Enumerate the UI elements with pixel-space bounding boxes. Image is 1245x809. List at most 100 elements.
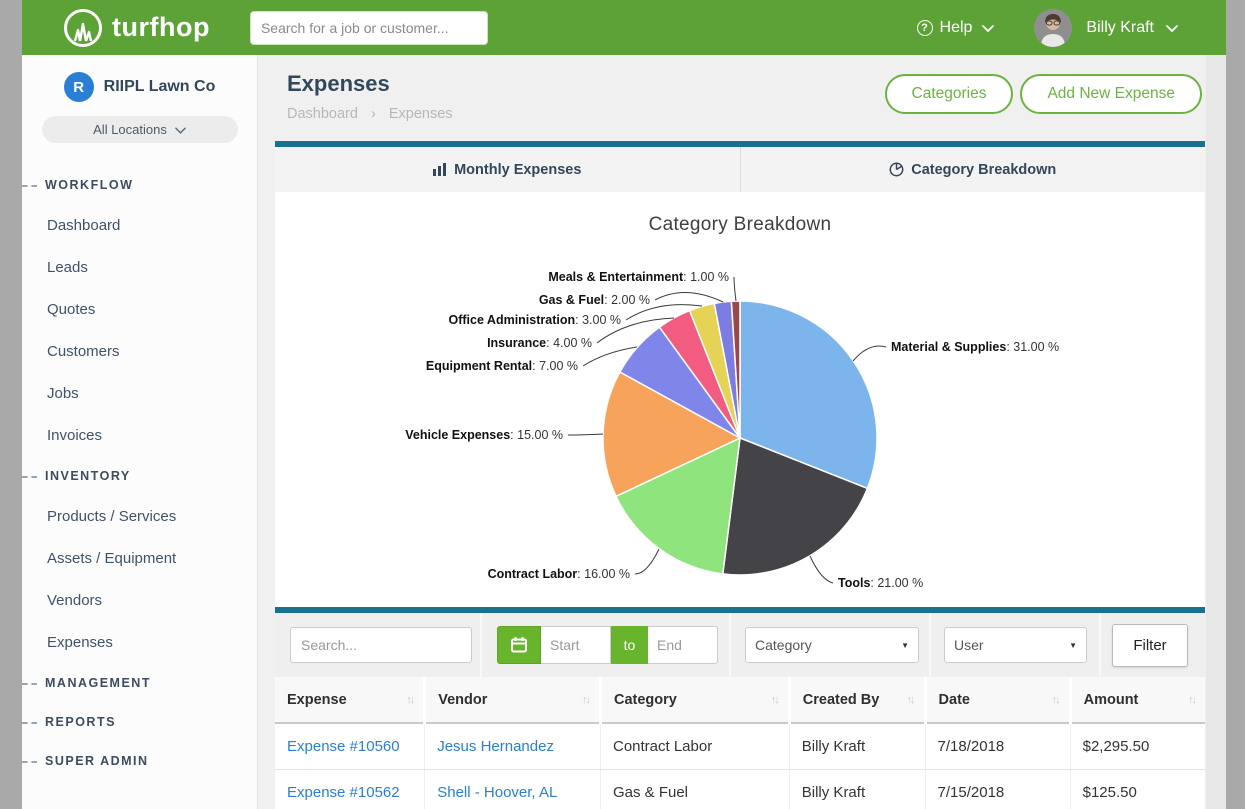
help-icon: ? [917,20,933,36]
table-search-input[interactable] [290,627,472,663]
scrollbar-track[interactable] [1206,55,1226,809]
chevron-down-icon [982,19,994,37]
sidebar-section-management[interactable]: MANAGEMENT [22,663,257,702]
pie-chart-icon [889,162,904,177]
pie-slice-label: Vehicle Expenses: 15.00 % [405,428,563,442]
sidebar-section-workflow[interactable]: WORKFLOW [22,165,257,204]
help-label: Help [940,19,973,37]
company-switcher[interactable]: R RIIPL Lawn Co [22,72,257,102]
pie-slice-label: Material & Supplies: 31.00 % [891,340,1059,354]
company-logo-badge: R [64,72,94,102]
tab-category-breakdown[interactable]: Category Breakdown [740,147,1206,192]
category-breakdown-chart: Category Breakdown Material & Supplies: 3… [275,192,1205,607]
help-menu[interactable]: ? Help [917,19,995,37]
category-select-value: Category [755,637,812,653]
sidebar-item-quotes[interactable]: Quotes [22,288,257,330]
user-menu[interactable]: Billy Kraft [1086,19,1154,37]
cell-created-by: Billy Kraft [789,723,925,769]
turfhop-logo[interactable]: turfhop [64,9,210,47]
sidebar-item-expenses[interactable]: Expenses [22,621,257,663]
column-header-category[interactable]: Category↑↓ [600,677,789,723]
sidebar-item-jobs[interactable]: Jobs [22,372,257,414]
pie-slice-label: Tools: 21.00 % [838,576,923,590]
cell-category: Contract Labor [600,723,789,769]
cell-amount: $125.50 [1070,769,1205,809]
sidebar-item-assets-equipment[interactable]: Assets / Equipment [22,537,257,579]
sidebar-section-reports[interactable]: REPORTS [22,702,257,741]
sidebar-section-label: INVENTORY [45,469,131,483]
chart-tabs: Monthly Expenses Category Breakdown [275,147,1205,192]
expenses-table: Expense↑↓ Vendor↑↓ Category↑↓ Created By… [275,677,1205,809]
breadcrumb-current: Expenses [389,106,453,122]
sidebar-item-invoices[interactable]: Invoices [22,414,257,456]
categories-button[interactable]: Categories [885,74,1014,114]
sidebar-item-leads[interactable]: Leads [22,246,257,288]
location-selector-label: All Locations [93,122,167,137]
cell-expense: Expense #10562 [275,769,425,809]
cell-category: Gas & Fuel [600,769,789,809]
calendar-button[interactable] [497,626,541,664]
content-area: Expenses Dashboard › Expenses Categories… [258,55,1206,809]
select-caret-icon: ▼ [1069,641,1077,650]
sidebar-section-label: REPORTS [45,715,116,729]
user-select[interactable]: User ▼ [944,627,1087,663]
expense-link[interactable]: Expense #10560 [287,738,400,755]
sidebar-item-dashboard[interactable]: Dashboard [22,204,257,246]
sort-icon[interactable]: ↑↓ [406,694,413,706]
sidebar-item-products-services[interactable]: Products / Services [22,495,257,537]
cell-vendor: Shell - Hoover, AL [425,769,601,809]
user-select-value: User [954,637,984,653]
pie-label-connector [655,292,723,302]
column-header-amount[interactable]: Amount↑↓ [1070,677,1205,723]
sidebar-section-label: MANAGEMENT [45,676,151,690]
global-search-input[interactable] [250,11,488,45]
sidebar-section-inventory[interactable]: INVENTORY [22,456,257,495]
sort-icon[interactable]: ↑↓ [582,694,589,706]
bar-chart-icon [433,163,447,176]
company-name: RIIPL Lawn Co [104,78,216,96]
pie-label-connector [635,549,659,574]
select-caret-icon: ▼ [901,641,909,650]
column-header-created-by[interactable]: Created By↑↓ [789,677,925,723]
sidebar-item-customers[interactable]: Customers [22,330,257,372]
sort-icon[interactable]: ↑↓ [1052,694,1059,706]
user-avatar[interactable] [1034,9,1072,47]
add-new-expense-button[interactable]: Add New Expense [1020,74,1202,114]
cell-amount: $2,295.50 [1070,723,1205,769]
sort-icon[interactable]: ↑↓ [907,694,914,706]
vendor-link[interactable]: Jesus Hernandez [437,738,554,755]
breadcrumb-dashboard[interactable]: Dashboard [287,106,358,122]
brand-name: turfhop [112,12,210,43]
cell-expense: Expense #10560 [275,723,425,769]
category-select[interactable]: Category ▼ [745,627,919,663]
column-header-date[interactable]: Date↑↓ [925,677,1070,723]
app-window: turfhop ? Help Billy K [22,0,1226,809]
sort-icon[interactable]: ↑↓ [1188,694,1195,706]
breadcrumb-separator: › [371,106,376,122]
cell-date: 7/18/2018 [925,723,1070,769]
pie-slice-label: Contract Labor: 16.00 % [488,567,630,581]
filter-button[interactable]: Filter [1112,624,1188,667]
date-start-input[interactable] [541,626,611,664]
expense-link[interactable]: Expense #10562 [287,784,400,801]
column-header-expense[interactable]: Expense↑↓ [275,677,425,723]
pie-slice-label: Insurance: 4.00 % [487,336,592,350]
pie-label-connector [568,434,603,435]
date-end-input[interactable] [648,626,718,664]
chart-title: Category Breakdown [649,214,832,235]
sidebar: R RIIPL Lawn Co All Locations WORKFLOWDa… [22,55,258,809]
sidebar-item-vendors[interactable]: Vendors [22,579,257,621]
table-filter-bar: to Category ▼ User ▼ [275,613,1205,677]
pie-slice-label: Meals & Entertainment: 1.00 % [548,270,729,284]
table-row: Expense #10560 Jesus Hernandez Contract La… [275,723,1205,769]
date-range-to-label: to [611,626,648,664]
table-row: Expense #10562 Shell - Hoover, AL Gas & Fu… [275,769,1205,809]
chevron-down-icon[interactable] [1166,19,1178,37]
sidebar-section-label: SUPER ADMIN [45,754,149,768]
tab-monthly-expenses[interactable]: Monthly Expenses [275,147,740,192]
vendor-link[interactable]: Shell - Hoover, AL [437,784,557,801]
sidebar-section-super-admin[interactable]: SUPER ADMIN [22,741,257,780]
sort-icon[interactable]: ↑↓ [771,694,778,706]
column-header-vendor[interactable]: Vendor↑↓ [425,677,601,723]
location-selector[interactable]: All Locations [42,116,238,143]
